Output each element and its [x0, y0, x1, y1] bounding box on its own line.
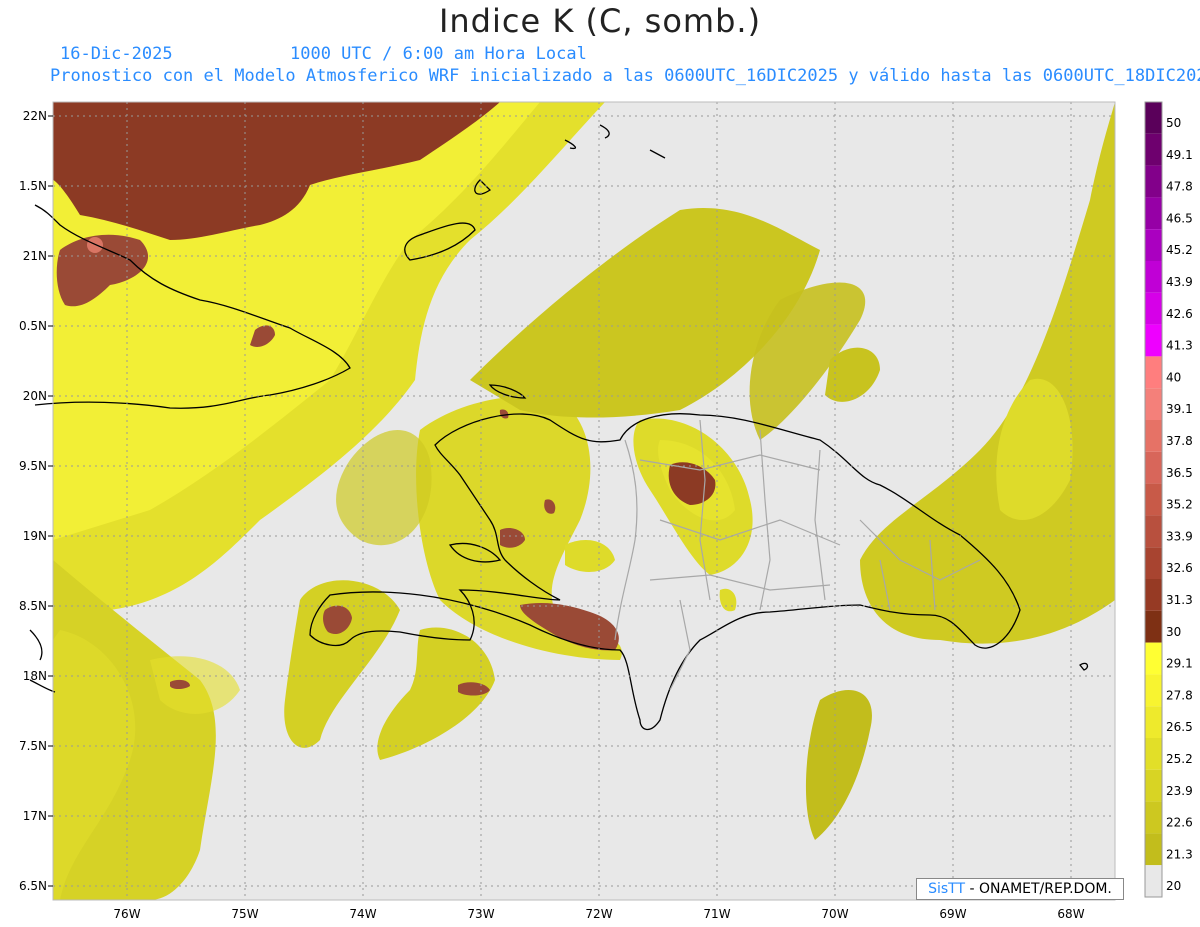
- legend-swatch: [1145, 197, 1162, 230]
- legend-swatch: [1145, 261, 1162, 293]
- legend-swatch: [1145, 102, 1162, 134]
- latitude-labels: 22N 1.5N 21N 0.5N 20N 9.5N 19N 8.5N 18N …: [19, 109, 47, 893]
- legend-label: 45.2: [1166, 243, 1193, 257]
- legend-swatch: [1145, 292, 1162, 325]
- lat-label: 8.5N: [19, 599, 47, 613]
- legend-swatch: [1145, 610, 1162, 643]
- legend-swatch: [1145, 165, 1162, 198]
- color-legend: 50 49.1 47.8 46.5 45.2 43.9 42.6 41.3 40 39.1 37.8…: [1144, 101, 1193, 898]
- legend-label: 37.8: [1166, 434, 1193, 448]
- credit-org: - ONAMET/REP.DOM.: [965, 881, 1112, 897]
- legend-swatch: [1145, 865, 1162, 897]
- credit-box: SisTT - ONAMET/REP.DOM.: [916, 878, 1124, 900]
- legend-swatch: [1145, 133, 1162, 166]
- legend-label: 20: [1166, 879, 1181, 893]
- legend-swatch: [1145, 833, 1162, 866]
- lon-label: 72W: [585, 907, 612, 921]
- lon-label: 75W: [231, 907, 258, 921]
- legend-swatch: [1145, 547, 1162, 579]
- legend-label: 41.3: [1166, 339, 1193, 353]
- lon-label: 76W: [113, 907, 140, 921]
- lat-label: 1.5N: [19, 179, 47, 193]
- legend-label: 30: [1166, 625, 1181, 639]
- sistt-logo-text: SisTT: [928, 881, 966, 897]
- legend-label: 46.5: [1166, 211, 1193, 225]
- lon-label: 68W: [1057, 907, 1084, 921]
- legend-label: 29.1: [1166, 657, 1193, 671]
- longitude-labels: 76W 75W 74W 73W 72W 71W 70W 69W 68W: [113, 907, 1084, 921]
- lat-label: 19N: [23, 529, 47, 543]
- lon-label: 73W: [467, 907, 494, 921]
- legend-label: 43.9: [1166, 275, 1193, 289]
- legend-label: 32.6: [1166, 561, 1193, 575]
- lon-label: 71W: [703, 907, 730, 921]
- lat-label: 0.5N: [19, 319, 47, 333]
- lat-label: 9.5N: [19, 459, 47, 473]
- legend-label: 49.1: [1166, 148, 1193, 162]
- legend-label: 33.9: [1166, 529, 1193, 543]
- legend-label: 25.2: [1166, 752, 1193, 766]
- legend-swatch: [1145, 356, 1162, 389]
- legend-label: 22.6: [1166, 816, 1193, 830]
- lat-label: 7.5N: [19, 739, 47, 753]
- legend-label: 36.5: [1166, 466, 1193, 480]
- lat-label: 20N: [23, 389, 47, 403]
- legend-label: 50: [1166, 116, 1181, 130]
- legend-swatch: [1145, 579, 1162, 611]
- legend-label: 42.6: [1166, 307, 1193, 321]
- legend-swatch: [1145, 769, 1162, 802]
- legend-swatch: [1145, 674, 1162, 707]
- legend-swatch: [1145, 388, 1162, 420]
- lat-label: 21N: [23, 249, 47, 263]
- legend-label: 21.3: [1166, 847, 1193, 861]
- legend-swatch: [1145, 515, 1162, 548]
- legend-swatch: [1145, 738, 1162, 770]
- lon-label: 69W: [939, 907, 966, 921]
- legend-swatch: [1145, 801, 1162, 834]
- lat-label: 22N: [23, 109, 47, 123]
- lon-label: 74W: [349, 907, 376, 921]
- legend-label: 27.8: [1166, 688, 1193, 702]
- latitude-ticks: [48, 115, 53, 887]
- legend-swatch: [1145, 706, 1162, 738]
- legend-label: 39.1: [1166, 402, 1193, 416]
- legend-swatch: [1145, 642, 1162, 675]
- legend-label: 31.3: [1166, 593, 1193, 607]
- legend-label: 23.9: [1166, 784, 1193, 798]
- lon-label: 70W: [821, 907, 848, 921]
- legend-swatch: [1145, 229, 1162, 261]
- legend-swatch: [1145, 420, 1162, 452]
- legend-label: 47.8: [1166, 180, 1193, 194]
- legend-swatch: [1145, 483, 1162, 516]
- lat-label: 6.5N: [19, 879, 47, 893]
- k-index-map: 22N 1.5N 21N 0.5N 20N 9.5N 19N 8.5N 18N …: [19, 101, 1193, 921]
- legend-label: 35.2: [1166, 498, 1193, 512]
- lat-label: 18N: [23, 669, 47, 683]
- legend-label: 26.5: [1166, 720, 1193, 734]
- legend-swatch: [1145, 324, 1162, 357]
- lat-label: 17N: [23, 809, 47, 823]
- legend-label: 40: [1166, 370, 1181, 384]
- legend-swatch: [1145, 451, 1162, 484]
